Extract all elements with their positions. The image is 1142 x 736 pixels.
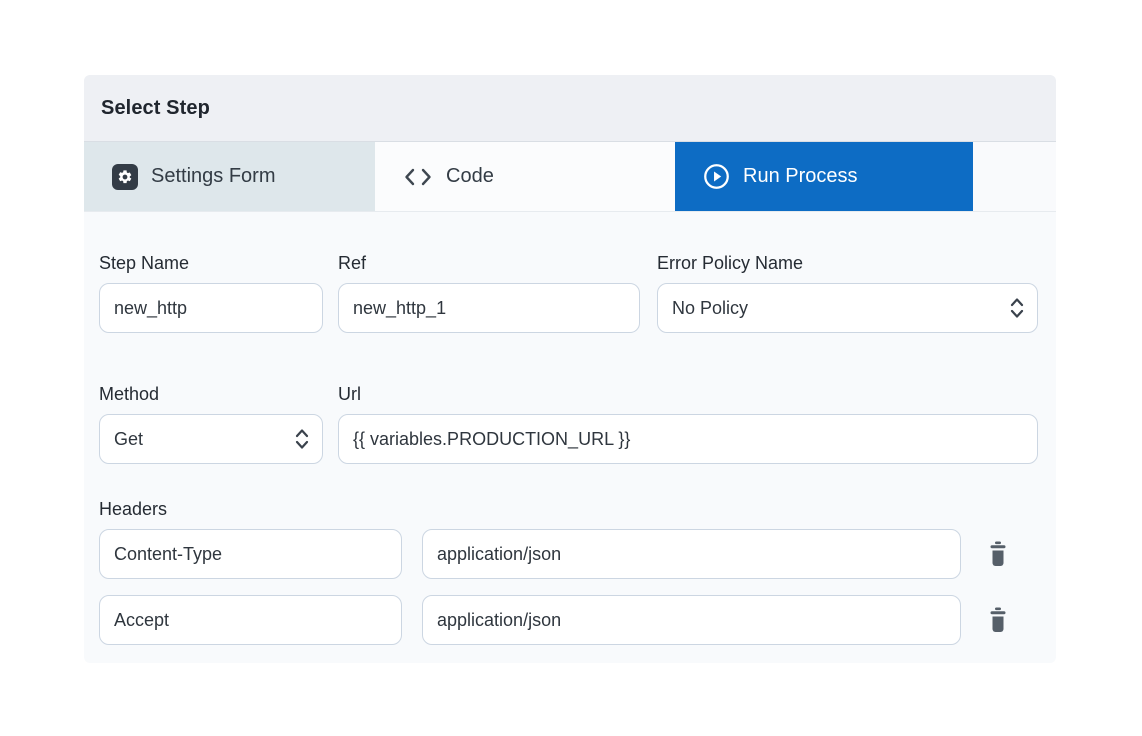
method-label: Method bbox=[99, 383, 338, 405]
tab-code[interactable]: Code bbox=[375, 142, 675, 211]
header-row bbox=[99, 529, 1038, 579]
delete-header-button[interactable] bbox=[983, 603, 1013, 637]
error-policy-selected-value: No Policy bbox=[672, 298, 748, 319]
tab-run-process-label: Run Process bbox=[743, 165, 858, 188]
panel-header: Select Step bbox=[84, 75, 1056, 142]
header-key-input[interactable] bbox=[99, 595, 402, 645]
headers-section: Headers bbox=[99, 498, 1038, 645]
tab-run-process[interactable]: Run Process bbox=[675, 142, 973, 211]
headers-label: Headers bbox=[99, 498, 1038, 520]
tab-settings-form-label: Settings Form bbox=[151, 165, 275, 188]
url-field-group: Url bbox=[338, 383, 1038, 464]
header-value-input[interactable] bbox=[422, 595, 961, 645]
chevron-up-down-icon bbox=[1006, 295, 1028, 321]
settings-form: Step Name Ref Error Policy Name No Polic… bbox=[84, 212, 1056, 663]
method-field-group: Method Get bbox=[99, 383, 338, 464]
delete-header-button[interactable] bbox=[983, 537, 1013, 571]
ref-field-group: Ref bbox=[338, 252, 657, 333]
select-step-panel: Select Step Settings Form Code bbox=[84, 75, 1056, 663]
gear-icon bbox=[112, 164, 138, 190]
step-name-input[interactable] bbox=[99, 283, 323, 333]
play-icon bbox=[703, 163, 730, 190]
ref-input[interactable] bbox=[338, 283, 640, 333]
panel-title: Select Step bbox=[101, 97, 210, 120]
url-label: Url bbox=[338, 383, 1038, 405]
code-icon bbox=[403, 166, 433, 188]
trash-icon bbox=[986, 606, 1010, 634]
tab-settings-form[interactable]: Settings Form bbox=[84, 142, 375, 211]
chevron-up-down-icon bbox=[291, 426, 313, 452]
header-row bbox=[99, 595, 1038, 645]
ref-label: Ref bbox=[338, 252, 657, 274]
header-key-input[interactable] bbox=[99, 529, 402, 579]
method-selected-value: Get bbox=[114, 429, 143, 450]
tab-bar: Settings Form Code Run Process bbox=[84, 142, 1056, 212]
step-name-label: Step Name bbox=[99, 252, 338, 274]
error-policy-label: Error Policy Name bbox=[657, 252, 1038, 274]
url-input[interactable] bbox=[338, 414, 1038, 464]
step-name-field-group: Step Name bbox=[99, 252, 338, 333]
error-policy-field-group: Error Policy Name No Policy bbox=[657, 252, 1038, 333]
tab-code-label: Code bbox=[446, 165, 494, 188]
error-policy-select[interactable]: No Policy bbox=[657, 283, 1038, 333]
trash-icon bbox=[986, 540, 1010, 568]
header-value-input[interactable] bbox=[422, 529, 961, 579]
method-select[interactable]: Get bbox=[99, 414, 323, 464]
